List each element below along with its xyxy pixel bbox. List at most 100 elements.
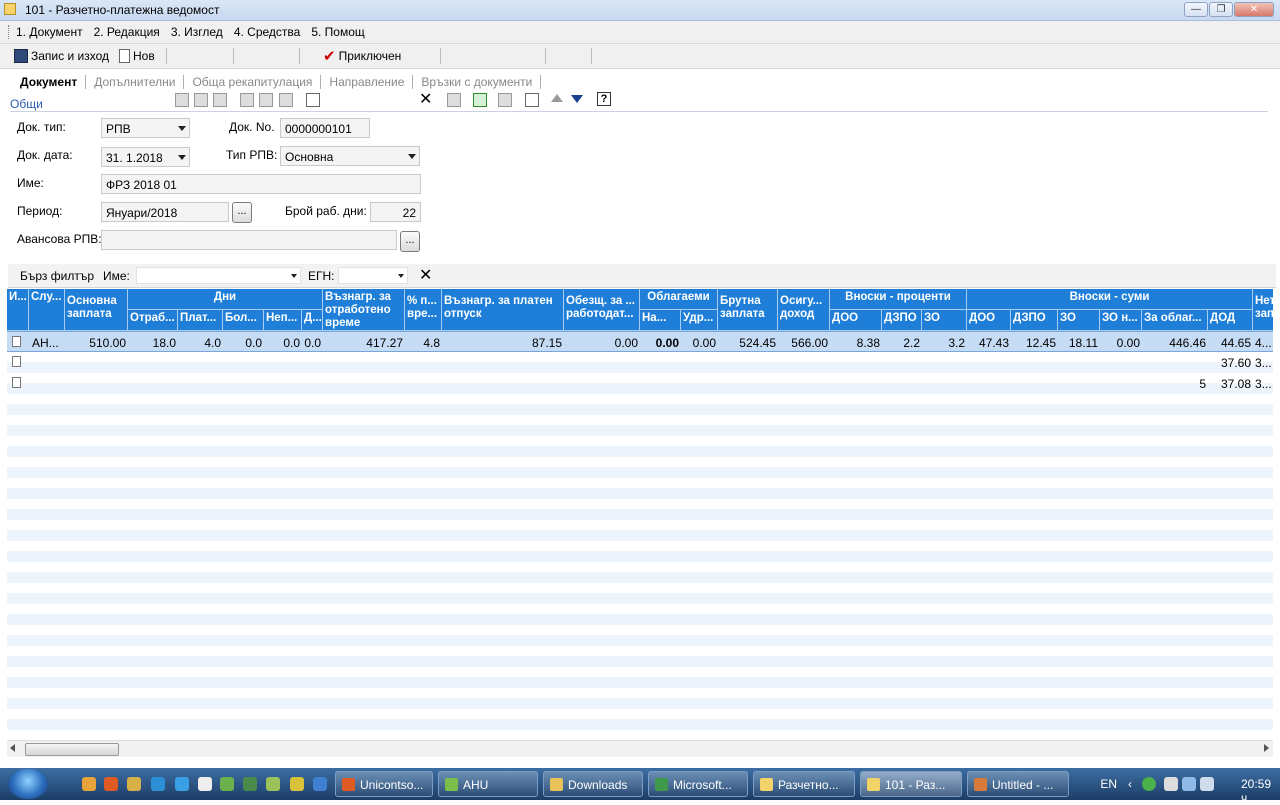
cut-icon[interactable]	[175, 93, 189, 107]
menu-view[interactable]: 3. Изглед	[171, 25, 223, 39]
close-button[interactable]: ✕	[1234, 2, 1274, 17]
refresh-icon[interactable]	[473, 93, 487, 107]
col-pct[interactable]: % п... вре...	[405, 289, 442, 331]
tray-expand-icon[interactable]: ‹	[1128, 777, 1132, 791]
period-field[interactable]: Януари/2018	[101, 202, 229, 222]
print-preview-icon[interactable]	[259, 93, 273, 107]
col-net[interactable]: Нет... зап...	[1253, 289, 1273, 331]
col-sum-doo[interactable]: ДОО	[967, 310, 1011, 331]
start-button[interactable]	[8, 769, 48, 799]
col-taxable-udr[interactable]: Удр...	[681, 310, 718, 331]
col-days-sick[interactable]: Бол...	[223, 310, 264, 331]
rpv-type-select[interactable]: Основна	[280, 146, 420, 166]
col-pct-zo[interactable]: ЗО	[922, 310, 967, 331]
arrow-icon[interactable]	[220, 777, 234, 791]
col-sum-zo-n[interactable]: ЗО н...	[1100, 310, 1142, 331]
arrow-up-icon[interactable]	[551, 94, 563, 102]
col-i[interactable]: И...	[7, 289, 29, 331]
scroll-right-icon[interactable]	[1264, 744, 1269, 752]
col-sum-dod[interactable]: ДОД	[1208, 310, 1253, 331]
help-icon[interactable]: ?	[597, 92, 611, 106]
col-compensation[interactable]: Обезщ. за ... работодат...	[564, 289, 640, 331]
volume-icon[interactable]	[1200, 777, 1214, 791]
period-browse-button[interactable]: ...	[232, 202, 252, 223]
app-icon[interactable]	[127, 777, 141, 791]
network-tray-icon[interactable]	[1182, 777, 1196, 791]
scroll-left-icon[interactable]	[10, 744, 15, 752]
menu-tools[interactable]: 4. Средства	[234, 25, 301, 39]
tab-additional[interactable]: Допълнителни	[86, 75, 185, 89]
minimize-button[interactable]: —	[1184, 2, 1208, 17]
info-icon[interactable]	[1142, 777, 1156, 791]
task-downloads[interactable]: Downloads	[543, 771, 643, 797]
arrow-down-icon[interactable]	[571, 95, 583, 103]
document-icon[interactable]	[525, 93, 539, 107]
col-base-salary[interactable]: Основна заплата	[65, 289, 128, 331]
task-microsoft[interactable]: Microsoft...	[648, 771, 748, 797]
tab-links[interactable]: Връзки с документи	[413, 75, 542, 89]
tab-document[interactable]: Документ	[12, 75, 87, 89]
advance-field[interactable]	[101, 230, 397, 250]
paste-icon[interactable]	[213, 93, 227, 107]
export-icon[interactable]	[279, 93, 293, 107]
ie-icon[interactable]	[175, 777, 189, 791]
workdays-field[interactable]: 22	[370, 202, 421, 222]
col-days-other[interactable]: Д...	[302, 310, 323, 331]
table-row[interactable]: 37.60 3...	[7, 352, 1273, 373]
doc-no-field[interactable]: 0000000101	[280, 118, 370, 138]
menu-document[interactable]: 1. Документ	[16, 25, 83, 39]
doc-date-picker[interactable]: 31. 1.2018	[101, 147, 190, 167]
section-general[interactable]: Общи	[10, 97, 43, 111]
new-button[interactable]: Нов	[119, 46, 155, 66]
explorer-icon[interactable]	[151, 777, 165, 791]
col-days-worked[interactable]: Отраб...	[128, 310, 178, 331]
col-taxable-na[interactable]: На...	[640, 310, 681, 331]
col-days-paid[interactable]: Плат...	[178, 310, 223, 331]
menu-grip[interactable]	[8, 25, 12, 39]
closed-button[interactable]: ✔ Приключен	[323, 46, 401, 66]
save-exit-button[interactable]: Запис и изход	[14, 46, 109, 66]
list-icon[interactable]	[447, 93, 461, 107]
table-row[interactable]: АН... 510.00 18.0 4.0 0.0 0.0 0.0 417.27…	[7, 331, 1273, 352]
restore-button[interactable]: ❐	[1209, 2, 1233, 17]
tab-recap[interactable]: Обща рекапитулация	[184, 75, 322, 89]
language-indicator[interactable]: EN	[1100, 777, 1117, 791]
tab-direction[interactable]: Направление	[321, 75, 414, 89]
col-sum-zo[interactable]: ЗО	[1058, 310, 1100, 331]
col-slu[interactable]: Слу...	[29, 289, 65, 331]
task-payroll[interactable]: Разчетно...	[753, 771, 855, 797]
menu-help[interactable]: 5. Помощ	[311, 25, 364, 39]
horizontal-scrollbar[interactable]	[7, 740, 1273, 757]
table-row[interactable]: 5 37.08 3...	[7, 373, 1273, 394]
copy-icon[interactable]	[194, 93, 208, 107]
col-sum-dzpo[interactable]: ДЗПО	[1011, 310, 1058, 331]
advance-browse-button[interactable]: ...	[400, 231, 420, 252]
col-pct-dzpo[interactable]: ДЗПО	[882, 310, 922, 331]
col-pay-worked[interactable]: Възнагр. за отработено време	[323, 289, 405, 331]
calc-icon[interactable]	[266, 777, 280, 791]
task-unicontso[interactable]: Unicontsо...	[335, 771, 433, 797]
col-days-unpaid[interactable]: Неп...	[264, 310, 302, 331]
doc-type-select[interactable]: РПВ	[101, 118, 190, 138]
chrome-icon[interactable]	[82, 777, 96, 791]
clear-filter-icon[interactable]: ✕	[419, 265, 432, 285]
edit-icon[interactable]	[306, 93, 320, 107]
name-field[interactable]: ФРЗ 2018 01	[101, 174, 421, 194]
col-pct-doo[interactable]: ДОО	[830, 310, 882, 331]
mail-icon[interactable]	[198, 777, 212, 791]
filter-name-input[interactable]	[136, 267, 301, 284]
clock[interactable]: 20:59 ч.	[1241, 777, 1271, 805]
firefox-icon[interactable]	[104, 777, 118, 791]
col-insurable[interactable]: Осигу... доход	[778, 289, 830, 331]
network-icon[interactable]	[243, 777, 257, 791]
device-icon[interactable]	[1164, 777, 1178, 791]
task-untitled[interactable]: Untitled - ...	[967, 771, 1069, 797]
filter-egn-input[interactable]	[338, 267, 408, 284]
col-gross[interactable]: Брутна заплата	[718, 289, 778, 331]
word-icon[interactable]	[313, 777, 327, 791]
calculate-icon[interactable]	[498, 93, 512, 107]
print-icon[interactable]	[240, 93, 254, 107]
col-pay-leave[interactable]: Възнагр. за платен отпуск	[442, 289, 564, 331]
notes-icon[interactable]	[290, 777, 304, 791]
col-sum-taxbase[interactable]: За облаг...	[1142, 310, 1208, 331]
